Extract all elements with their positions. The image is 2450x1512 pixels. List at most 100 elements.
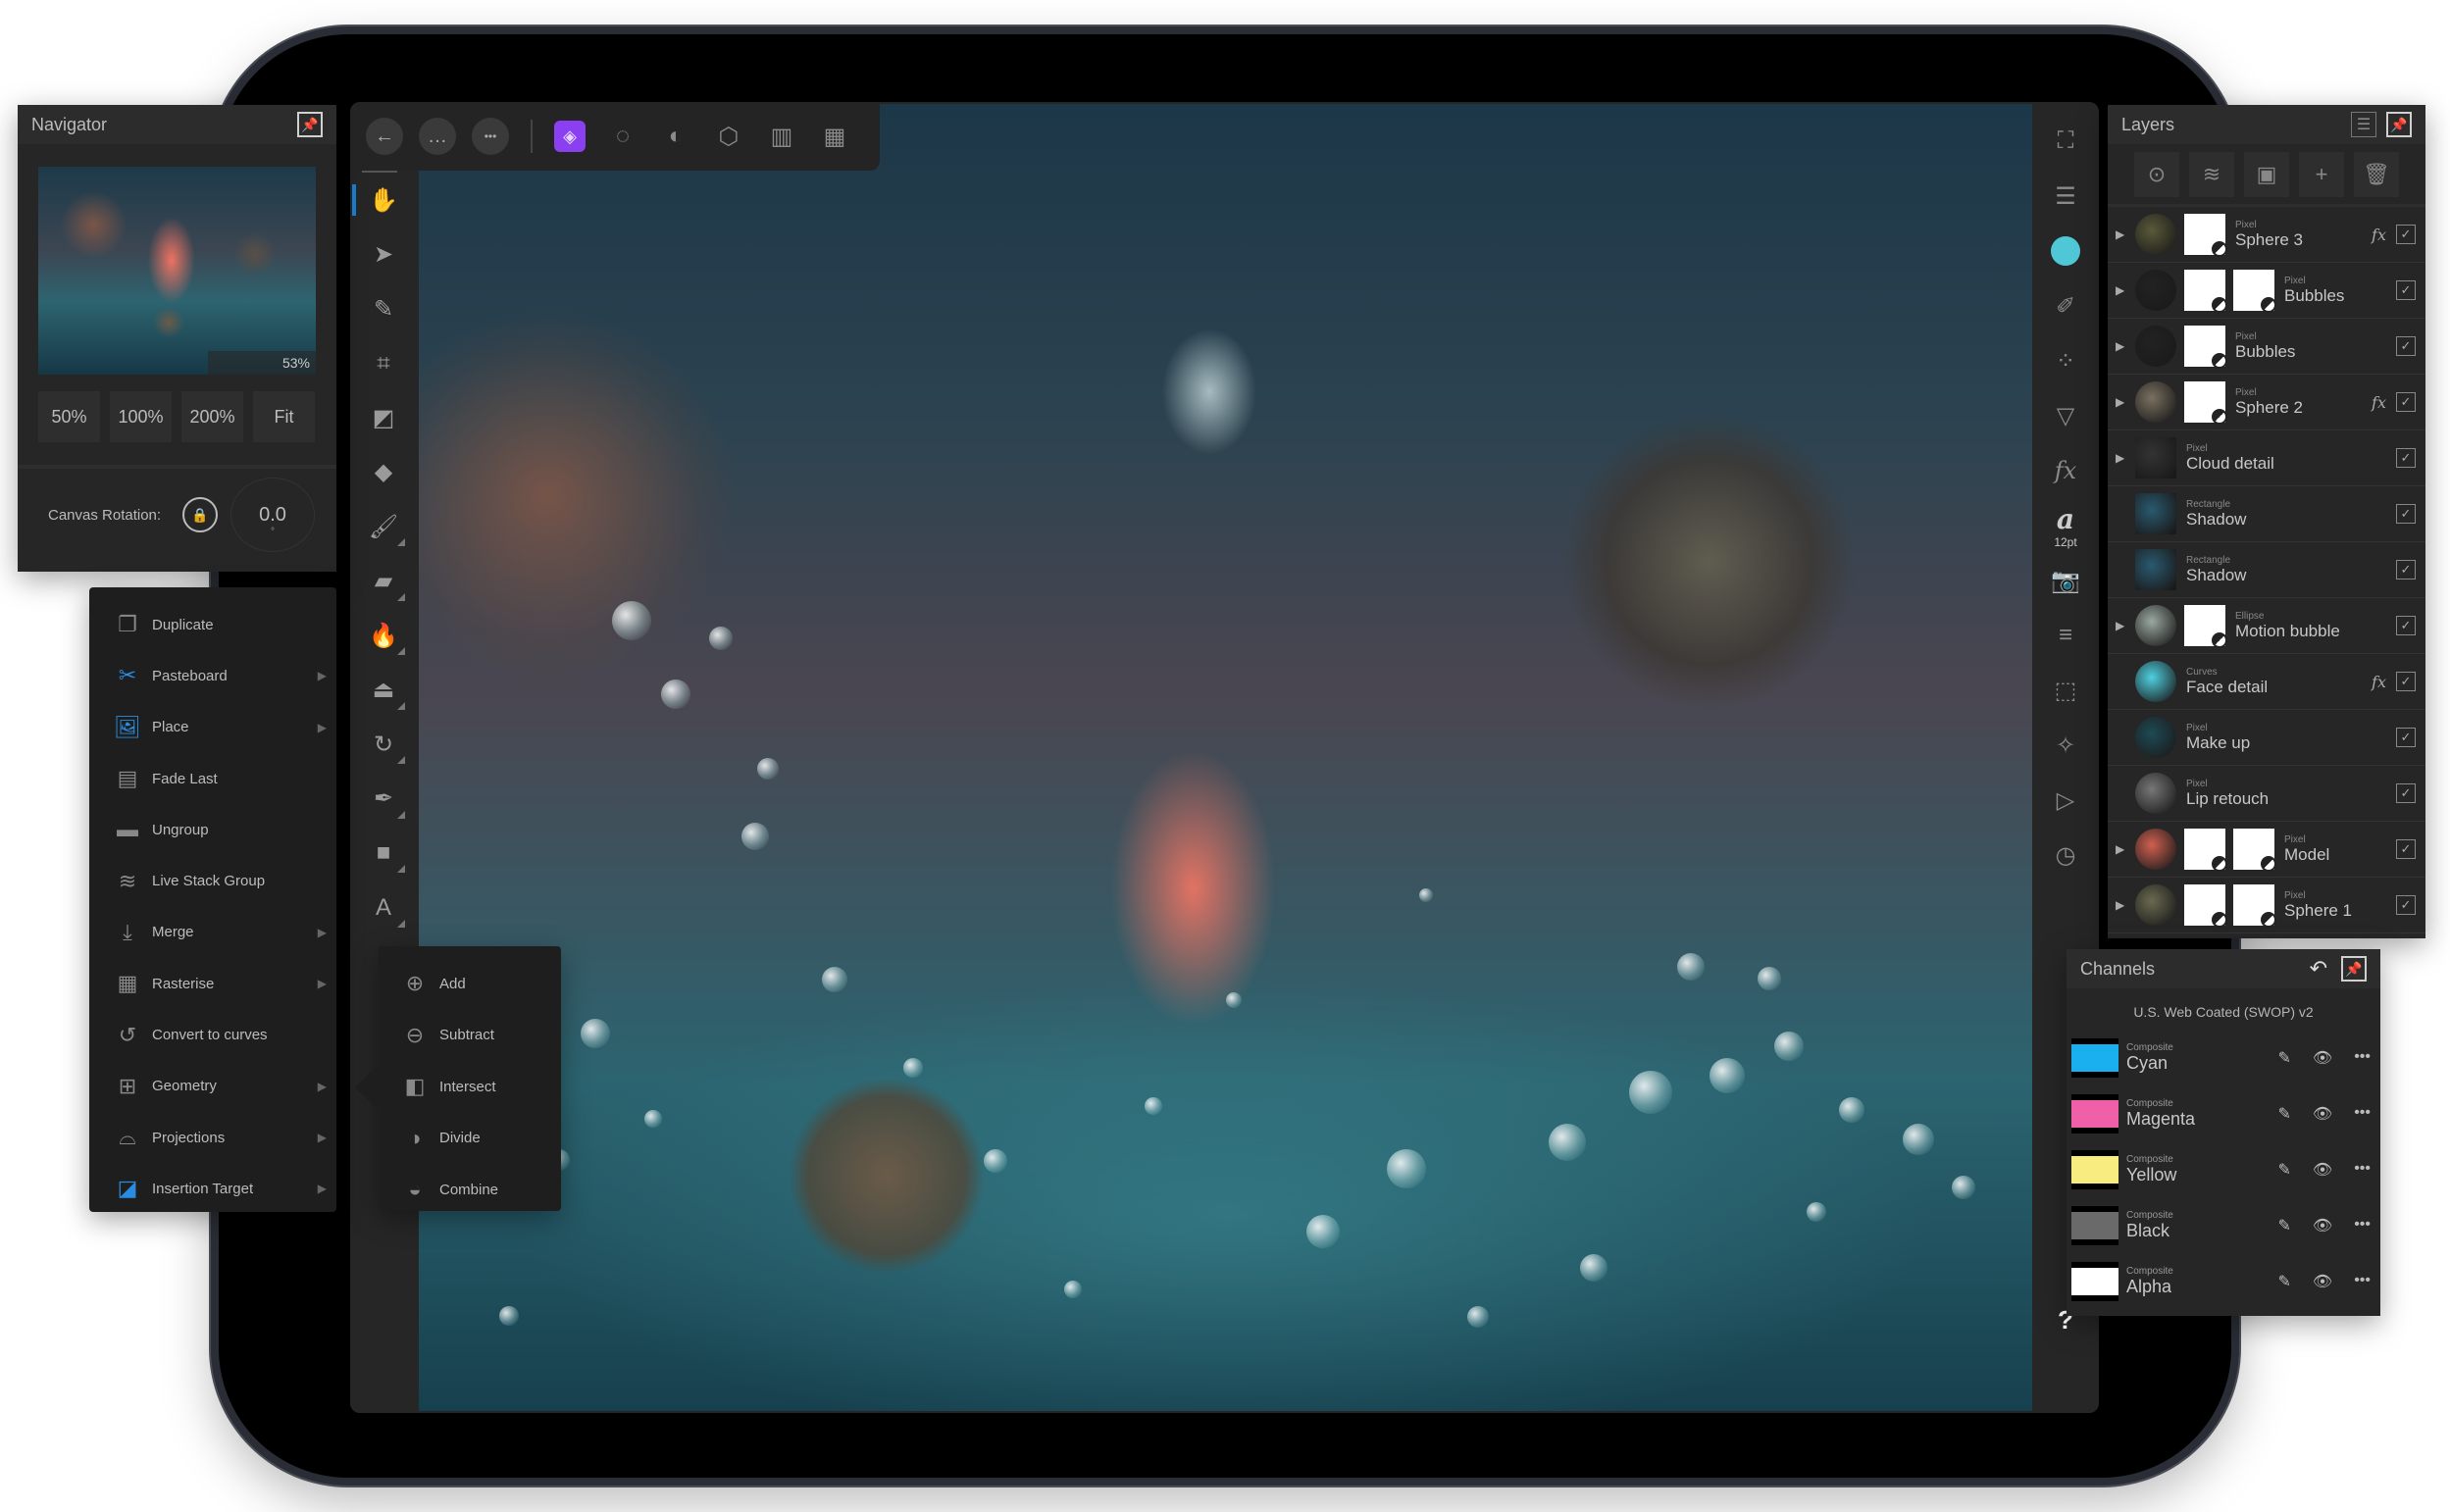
menu-item-pasteboard[interactable]: ✂ Pasteboard ▶ bbox=[89, 650, 336, 701]
add-mask-button[interactable]: ▣ bbox=[2244, 151, 2289, 197]
rotation-lock-button[interactable]: 🔒 bbox=[182, 497, 218, 532]
navigator-preview[interactable]: 53% bbox=[38, 167, 316, 375]
geometry-divide[interactable]: ◑ Divide bbox=[379, 1113, 561, 1165]
layer-visibility-checkbox[interactable]: ✓ bbox=[2396, 225, 2416, 244]
menu-item-fade-last[interactable]: ▤ Fade Last bbox=[89, 753, 336, 804]
layer-row[interactable]: ▶ Pixel Bubbles ✓ bbox=[2108, 263, 2425, 319]
menu-item-geometry[interactable]: ⊞ Geometry ▶ bbox=[89, 1061, 336, 1112]
expand-arrow-icon[interactable]: ▶ bbox=[2116, 898, 2129, 912]
menu-item-merge[interactable]: ⤓ Merge ▶ bbox=[89, 907, 336, 958]
channels-studio-button[interactable]: ⁘ bbox=[2042, 339, 2089, 382]
layer-visibility-checkbox[interactable]: ✓ bbox=[2396, 783, 2416, 803]
snapshots-studio-button[interactable]: 📷 bbox=[2042, 559, 2089, 602]
channel-row-yellow[interactable]: Composite Yellow ✎ 👁 ••• bbox=[2067, 1141, 2380, 1197]
more-options-icon[interactable]: ••• bbox=[2354, 1160, 2371, 1180]
visibility-eye-icon[interactable]: 👁 bbox=[2313, 1272, 2332, 1291]
more-options-icon[interactable]: ••• bbox=[2354, 1048, 2371, 1068]
tone-mapping-persona-button[interactable]: ⬡ bbox=[713, 121, 744, 152]
expand-arrow-icon[interactable]: ▶ bbox=[2116, 619, 2129, 632]
transform-studio-button[interactable]: ⬚ bbox=[2042, 669, 2089, 712]
zoom-200-button[interactable]: 200% bbox=[181, 391, 243, 442]
liquify-persona-button[interactable]: ◌ bbox=[607, 121, 638, 152]
hand-tool[interactable]: ✋ bbox=[352, 178, 407, 222]
layer-row[interactable]: Rectangle Shadow ✓ bbox=[2108, 486, 2425, 542]
text-styles-studio-button[interactable]: a 12pt bbox=[2042, 503, 2089, 549]
layer-visibility-checkbox[interactable]: ✓ bbox=[2396, 336, 2416, 356]
pin-button[interactable]: 📌 bbox=[2386, 112, 2412, 137]
channel-row-alpha[interactable]: Composite Alpha ✎ 👁 ••• bbox=[2067, 1253, 2380, 1309]
layer-row[interactable]: ▶ Ellipse Motion bubble ✓ bbox=[2108, 598, 2425, 654]
layer-visibility-checkbox[interactable]: ✓ bbox=[2396, 616, 2416, 635]
move-tool[interactable]: ➤ bbox=[360, 233, 407, 277]
undo-brush-tool[interactable]: ↻ bbox=[360, 723, 407, 766]
layer-options-button[interactable]: ⊙ bbox=[2134, 151, 2179, 197]
more-options-icon[interactable]: ••• bbox=[2354, 1216, 2371, 1235]
zoom-fit-button[interactable]: Fit bbox=[253, 391, 315, 442]
add-group-button[interactable]: ≋ bbox=[2189, 151, 2234, 197]
fx-icon[interactable]: fx bbox=[2372, 393, 2386, 412]
visibility-eye-icon[interactable]: 👁 bbox=[2313, 1160, 2332, 1180]
geometry-add[interactable]: ⊕ Add bbox=[379, 958, 561, 1010]
paint-brush-tool[interactable]: 🖌 bbox=[360, 505, 407, 548]
adjustments-studio-button[interactable]: ▽ bbox=[2042, 394, 2089, 437]
layer-row[interactable]: Curves Face detail fx ✓ bbox=[2108, 654, 2425, 710]
layers-studio-button[interactable]: ☰ bbox=[2042, 175, 2089, 218]
layer-row[interactable]: ▶ Pixel Cloud detail ✓ bbox=[2108, 430, 2425, 486]
expand-arrow-icon[interactable]: ▶ bbox=[2116, 395, 2129, 409]
brushes-studio-button[interactable]: ✐ bbox=[2042, 284, 2089, 328]
macro-studio-button[interactable]: ▷ bbox=[2042, 779, 2089, 822]
more-options-icon[interactable]: ••• bbox=[2354, 1104, 2371, 1124]
menu-item-projections[interactable]: ⌓ Projections ▶ bbox=[89, 1112, 336, 1163]
export-alt-persona-button[interactable]: ▦ bbox=[819, 121, 850, 152]
burn-tool[interactable]: 🔥 bbox=[360, 614, 407, 657]
menu-item-live-stack-group[interactable]: ≋ Live Stack Group bbox=[89, 855, 336, 906]
menu-item-rasterise[interactable]: ▦ Rasterise ▶ bbox=[89, 958, 336, 1009]
menu-item-insertion-target[interactable]: ◪ Insertion Target ▶ bbox=[89, 1163, 336, 1214]
expand-arrow-icon[interactable]: ▶ bbox=[2116, 227, 2129, 241]
pen-tool[interactable]: ✒ bbox=[360, 778, 407, 821]
layer-row[interactable]: Rectangle Shadow ✓ bbox=[2108, 542, 2425, 598]
layer-visibility-checkbox[interactable]: ✓ bbox=[2396, 839, 2416, 859]
layer-visibility-checkbox[interactable]: ✓ bbox=[2396, 280, 2416, 300]
photo-persona-button[interactable]: ◈ bbox=[554, 121, 586, 152]
text-tool[interactable]: A bbox=[360, 886, 407, 930]
zoom-50-button[interactable]: 50% bbox=[38, 391, 100, 442]
layer-row[interactable]: Pixel Make up ✓ bbox=[2108, 710, 2425, 766]
expand-arrow-icon[interactable]: ▶ bbox=[2116, 339, 2129, 353]
layer-row[interactable]: Pixel Lip retouch ✓ bbox=[2108, 766, 2425, 822]
layer-visibility-checkbox[interactable]: ✓ bbox=[2396, 728, 2416, 747]
layer-row[interactable]: ▶ Pixel Sphere 1 ✓ bbox=[2108, 878, 2425, 933]
geometry-subtract[interactable]: ⊖ Subtract bbox=[379, 1010, 561, 1062]
crop-tool[interactable]: ⌗ bbox=[360, 342, 407, 385]
visibility-eye-icon[interactable]: 👁 bbox=[2313, 1104, 2332, 1124]
more-options-icon[interactable]: ••• bbox=[2354, 1272, 2371, 1291]
fx-icon[interactable]: fx bbox=[2372, 226, 2386, 244]
color-picker-tool[interactable]: ✎ bbox=[360, 287, 407, 330]
expand-arrow-icon[interactable]: ▶ bbox=[2116, 842, 2129, 856]
geometry-intersect[interactable]: ◧ Intersect bbox=[379, 1061, 561, 1113]
channel-row-cyan[interactable]: Composite Cyan ✎ 👁 ••• bbox=[2067, 1030, 2380, 1085]
pin-button[interactable]: 📌 bbox=[297, 112, 323, 137]
eraser-tool[interactable]: ▰ bbox=[360, 560, 407, 603]
rotation-dial[interactable]: 0.0 ° bbox=[230, 478, 315, 552]
layer-visibility-checkbox[interactable]: ✓ bbox=[2396, 504, 2416, 524]
edit-pencil-icon[interactable]: ✎ bbox=[2277, 1160, 2290, 1180]
rectangle-tool[interactable]: ■ bbox=[360, 832, 407, 875]
edit-pencil-icon[interactable]: ✎ bbox=[2277, 1048, 2290, 1068]
document-canvas[interactable] bbox=[419, 104, 2032, 1411]
channel-row-magenta[interactable]: Composite Magenta ✎ 👁 ••• bbox=[2067, 1085, 2380, 1141]
effects-studio-button[interactable]: fx bbox=[2042, 449, 2089, 492]
document-button[interactable]: … bbox=[419, 118, 456, 155]
layer-row[interactable]: ▶ Pixel Sphere 2 fx ✓ bbox=[2108, 375, 2425, 430]
fullscreen-button[interactable]: ⛶ bbox=[2042, 120, 2089, 163]
menu-item-ungroup[interactable]: ▬ Ungroup bbox=[89, 804, 336, 855]
menu-item-place[interactable]: 🖼 Place ▶ bbox=[89, 702, 336, 753]
color-studio-button[interactable] bbox=[2042, 229, 2089, 273]
develop-persona-button[interactable]: ◐ bbox=[660, 121, 691, 152]
edit-pencil-icon[interactable]: ✎ bbox=[2277, 1104, 2290, 1124]
history-studio-button[interactable]: ◷ bbox=[2042, 833, 2089, 877]
layer-visibility-checkbox[interactable]: ✓ bbox=[2396, 672, 2416, 691]
layer-visibility-checkbox[interactable]: ✓ bbox=[2396, 560, 2416, 580]
menu-item-convert-to-curves[interactable]: ↺ Convert to curves bbox=[89, 1009, 336, 1060]
layer-row[interactable]: ▶ Pixel Model ✓ bbox=[2108, 822, 2425, 878]
